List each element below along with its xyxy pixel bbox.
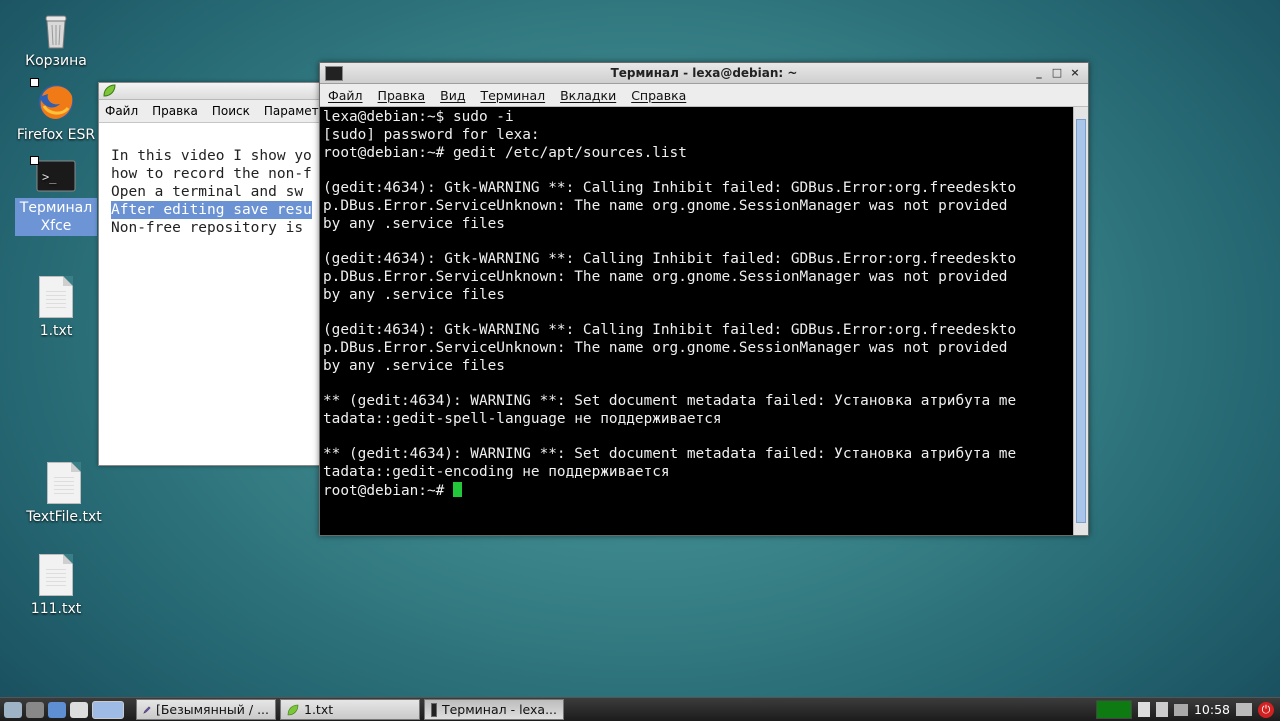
menu-help[interactable]: Справка: [631, 88, 686, 103]
firefox-icon: [30, 78, 76, 122]
maximize-button[interactable]: □: [1050, 63, 1064, 83]
terminal-line: (gedit:4634): Gtk-WARNING **: Calling In…: [323, 322, 1017, 338]
editor-line: Open a terminal and sw: [111, 184, 304, 200]
menu-search[interactable]: Поиск: [212, 104, 250, 118]
terminal-line: [sudo] password for lexa:: [323, 126, 540, 143]
task-terminal[interactable]: Терминал - lexa...: [424, 699, 564, 720]
task-label: [Безымянный / ...: [155, 702, 269, 717]
task-label: 1.txt: [304, 702, 334, 717]
terminal-prompt: root@debian:~#: [323, 482, 453, 499]
desktop-icon-terminal[interactable]: >_ Терминал Xfce: [13, 156, 99, 236]
workspace-icon[interactable]: [92, 700, 124, 719]
power-icon[interactable]: ⏻: [1258, 701, 1274, 718]
text-file-icon: [39, 554, 73, 596]
shortcut-emblem-icon: [30, 78, 39, 87]
minimize-button[interactable]: _: [1032, 63, 1046, 83]
menu-view[interactable]: Вид: [440, 88, 465, 103]
window-title: Терминал - lexa@debian: ~: [610, 66, 798, 80]
editor-line: Non-free repository is: [111, 220, 304, 236]
editor-line: In this video I show yo: [111, 148, 312, 164]
desktop-icon-label: 1.txt: [39, 323, 73, 339]
editor-text-area[interactable]: In this video I show yo how to record the…: [99, 123, 329, 237]
terminal-prompt-line: root@debian:~#: [323, 481, 1074, 501]
close-button[interactable]: ×: [1068, 63, 1082, 83]
menu-edit[interactable]: Правка: [152, 104, 198, 118]
desktop-icon-label: 111.txt: [30, 601, 82, 617]
terminal-line: lexa@debian:~$ sudo -i: [323, 109, 514, 125]
desktop-icon-label: Терминал Xfce: [15, 198, 97, 236]
task-1txt[interactable]: 1.txt: [280, 699, 420, 720]
terminal-line: tadata::gedit-spell-language не поддержи…: [323, 410, 722, 427]
terminal-menubar: Файл Правка Вид Терминал Вкладки Справка: [320, 84, 1088, 107]
terminal-line: p.DBus.Error.ServiceUnknown: The name or…: [323, 197, 1008, 214]
desktop-icon-label: Firefox ESR: [16, 127, 96, 143]
editor-menubar: Файл Правка Поиск Парамет: [99, 100, 329, 123]
clock[interactable]: 10:58: [1194, 702, 1230, 717]
network-icon[interactable]: [48, 701, 66, 718]
pen-icon: [143, 705, 151, 714]
terminal-line: by any .service files: [323, 357, 505, 374]
menu-file[interactable]: Файл: [328, 88, 363, 103]
terminal-icon: [325, 66, 343, 81]
text-cursor: [452, 481, 462, 497]
terminal-window[interactable]: Терминал - lexa@debian: ~ _ □ × Файл Пра…: [319, 62, 1089, 536]
trash-icon: [44, 12, 68, 49]
taskbar: [Безымянный / ... 1.txt Терминал - lexa.…: [0, 697, 1280, 721]
terminal-line: root@debian:~# gedit /etc/apt/sources.li…: [323, 144, 687, 161]
desktop-icon-1txt[interactable]: 1.txt: [13, 276, 99, 340]
editor-line-selected: After editing save resu: [111, 201, 312, 219]
terminal-line: (gedit:4634): Gtk-WARNING **: Calling In…: [323, 180, 1017, 196]
desktop-icon-111txt[interactable]: 111.txt: [13, 554, 99, 618]
shortcut-emblem-icon: [30, 156, 39, 165]
menu-tabs[interactable]: Вкладки: [560, 88, 616, 103]
show-desktop-icon[interactable]: [26, 701, 44, 718]
svg-text:>_: >_: [42, 170, 57, 184]
system-tray: 10:58 ⏻: [1095, 700, 1280, 719]
task-label: Терминал - lexa...: [441, 702, 557, 717]
task-editor[interactable]: [Безымянный / ...: [136, 699, 276, 720]
terminal-line: tadata::gedit-encoding не поддерживается: [323, 464, 670, 480]
terminal-icon: >_: [30, 156, 76, 194]
terminal-line: by any .service files: [323, 286, 505, 303]
terminal-line: by any .service files: [323, 215, 505, 232]
leaf-icon: [287, 704, 299, 715]
terminal-scrollbar[interactable]: [1073, 107, 1088, 535]
desktop-icon-label: TextFile.txt: [26, 509, 102, 525]
cpu-graph[interactable]: [1095, 700, 1132, 719]
file-icon[interactable]: [1155, 702, 1168, 717]
desktop-icon-firefox[interactable]: Firefox ESR: [13, 78, 99, 144]
desktop-icon-label: Корзина: [25, 53, 87, 69]
menu-terminal[interactable]: Терминал: [480, 88, 545, 103]
editor-line: how to record the non-f: [111, 166, 312, 182]
text-editor-window[interactable]: Файл Правка Поиск Парамет In this video …: [98, 82, 330, 466]
monitor-icon[interactable]: [1236, 703, 1252, 716]
text-file-icon: [47, 462, 81, 504]
xfce-menu-icon[interactable]: [4, 701, 22, 718]
desktop-icon-trash[interactable]: Корзина: [13, 12, 99, 70]
leaf-icon: [103, 84, 116, 97]
menu-options[interactable]: Парамет: [264, 104, 319, 118]
text-file-icon: [39, 276, 73, 318]
window-icon[interactable]: [70, 701, 88, 718]
network-tray-icon[interactable]: [1173, 703, 1188, 716]
scrollbar-thumb[interactable]: [1076, 119, 1086, 523]
editor-titlebar[interactable]: [99, 83, 329, 100]
terminal-icon: [431, 702, 437, 717]
terminal-line: p.DBus.Error.ServiceUnknown: The name or…: [323, 268, 1008, 285]
terminal-line: ** (gedit:4634): WARNING **: Set documen…: [323, 393, 1017, 409]
clipboard-icon[interactable]: [1137, 702, 1150, 717]
terminal-output[interactable]: lexa@debian:~$ sudo -i [sudo] password fo…: [320, 107, 1074, 535]
menu-file[interactable]: Файл: [105, 104, 138, 118]
terminal-line: (gedit:4634): Gtk-WARNING **: Calling In…: [323, 251, 1017, 267]
desktop-icon-textfile[interactable]: TextFile.txt: [21, 462, 107, 526]
terminal-line: ** (gedit:4634): WARNING **: Set documen…: [323, 446, 1017, 463]
menu-edit[interactable]: Правка: [378, 88, 426, 103]
terminal-titlebar[interactable]: Терминал - lexa@debian: ~ _ □ ×: [320, 63, 1088, 84]
terminal-line: p.DBus.Error.ServiceUnknown: The name or…: [323, 339, 1008, 356]
